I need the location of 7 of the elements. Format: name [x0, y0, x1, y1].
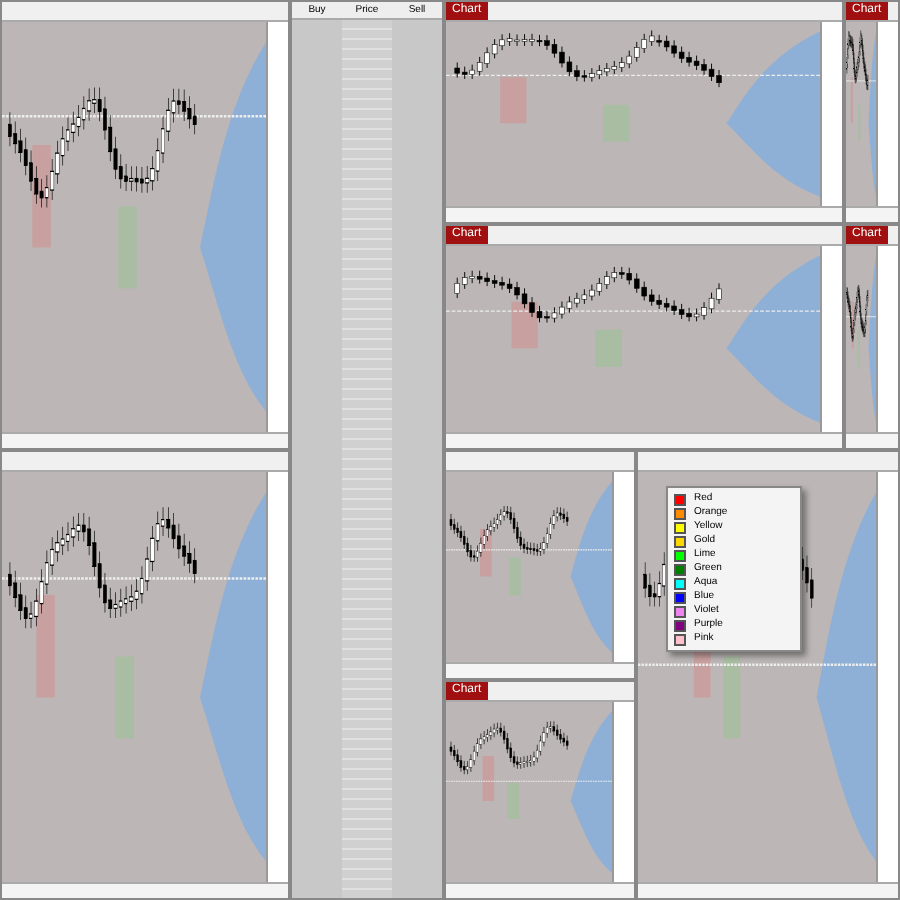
price-zone: [507, 783, 520, 819]
candlestick-series: [846, 285, 869, 342]
candlestick-series: [846, 30, 869, 91]
price-zone: [36, 595, 55, 698]
price-zone: [500, 77, 527, 124]
candlestick-series: [449, 505, 569, 563]
candlestick-series: [449, 721, 569, 775]
